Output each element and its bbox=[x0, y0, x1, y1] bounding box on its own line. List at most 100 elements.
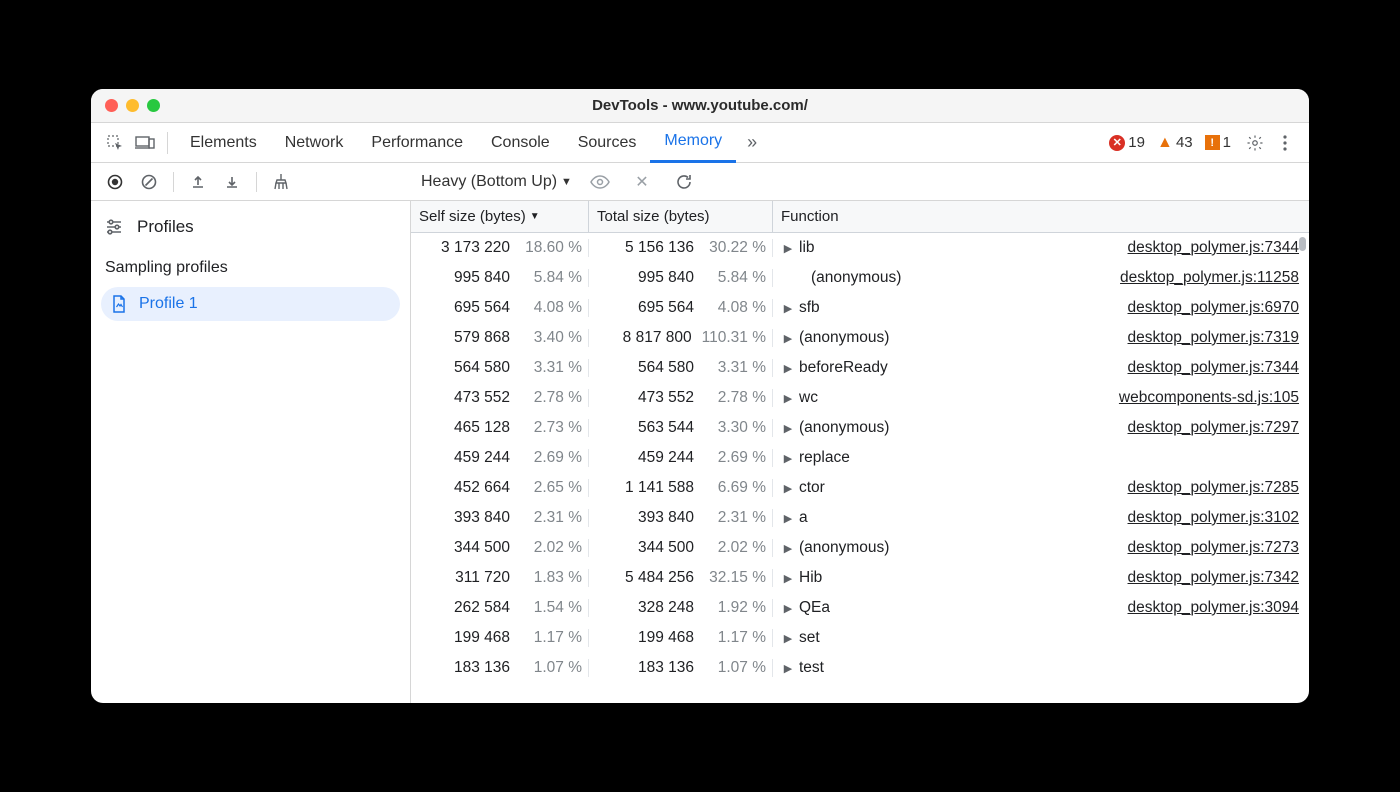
expand-icon[interactable]: ▶ bbox=[783, 512, 793, 525]
table-row[interactable]: 459 2442.69 %459 2442.69 %▶replace bbox=[411, 443, 1309, 473]
eye-icon[interactable] bbox=[586, 168, 614, 196]
expand-icon[interactable]: ▶ bbox=[783, 632, 793, 645]
profile-item[interactable]: Profile 1 bbox=[101, 287, 400, 321]
view-mode-dropdown[interactable]: Heavy (Bottom Up) ▼ bbox=[421, 173, 572, 191]
col-total-size[interactable]: Total size (bytes) bbox=[589, 201, 773, 232]
table-row[interactable]: 344 5002.02 %344 5002.02 %▶(anonymous)de… bbox=[411, 533, 1309, 563]
function-name: (anonymous) bbox=[799, 539, 889, 557]
source-link[interactable]: desktop_polymer.js:6970 bbox=[1128, 299, 1299, 317]
chevron-down-icon: ▼ bbox=[561, 176, 572, 188]
table-row[interactable]: 452 6642.65 %1 141 5886.69 %▶ctordesktop… bbox=[411, 473, 1309, 503]
source-link[interactable]: desktop_polymer.js:7344 bbox=[1128, 359, 1299, 377]
source-link[interactable]: desktop_polymer.js:7297 bbox=[1128, 419, 1299, 437]
table-row[interactable]: 995 8405.84 %995 8405.84 %(anonymous)des… bbox=[411, 263, 1309, 293]
function-name: Hib bbox=[799, 569, 822, 587]
expand-icon[interactable]: ▶ bbox=[783, 302, 793, 315]
expand-icon[interactable]: ▶ bbox=[783, 362, 793, 375]
main-tabbar: ElementsNetworkPerformanceConsoleSources… bbox=[91, 123, 1309, 163]
profile-table: Self size (bytes) ▼ Total size (bytes) F… bbox=[411, 201, 1309, 703]
table-row[interactable]: 262 5841.54 %328 2481.92 %▶QEadesktop_po… bbox=[411, 593, 1309, 623]
expand-icon[interactable]: ▶ bbox=[783, 662, 793, 675]
source-link[interactable]: webcomponents-sd.js:105 bbox=[1119, 389, 1299, 407]
separator bbox=[256, 172, 257, 192]
function-name: (anonymous) bbox=[811, 269, 901, 287]
table-row[interactable]: 579 8683.40 %8 817 800110.31 %▶(anonymou… bbox=[411, 323, 1309, 353]
tab-memory[interactable]: Memory bbox=[650, 123, 736, 163]
close-window-button[interactable] bbox=[105, 99, 118, 112]
tab-sources[interactable]: Sources bbox=[564, 123, 651, 163]
inspect-element-icon[interactable] bbox=[101, 129, 129, 157]
separator bbox=[167, 132, 168, 154]
titlebar: DevTools - www.youtube.com/ bbox=[91, 89, 1309, 123]
table-row[interactable]: 3 173 22018.60 %5 156 13630.22 %▶libdesk… bbox=[411, 233, 1309, 263]
maximize-window-button[interactable] bbox=[147, 99, 160, 112]
function-name: test bbox=[799, 659, 824, 677]
tab-elements[interactable]: Elements bbox=[176, 123, 271, 163]
table-row[interactable]: 465 1282.73 %563 5443.30 %▶(anonymous)de… bbox=[411, 413, 1309, 443]
expand-icon[interactable]: ▶ bbox=[783, 452, 793, 465]
sliders-icon[interactable] bbox=[105, 219, 123, 235]
expand-icon[interactable]: ▶ bbox=[783, 572, 793, 585]
issue-count[interactable]: ! 1 bbox=[1205, 134, 1231, 151]
source-link[interactable]: desktop_polymer.js:7319 bbox=[1128, 329, 1299, 347]
error-icon: ✕ bbox=[1109, 135, 1125, 151]
profiles-header: Profiles bbox=[91, 209, 410, 245]
table-row[interactable]: 564 5803.31 %564 5803.31 %▶beforeReadyde… bbox=[411, 353, 1309, 383]
table-row[interactable]: 311 7201.83 %5 484 25632.15 %▶Hibdesktop… bbox=[411, 563, 1309, 593]
profile-file-icon bbox=[111, 295, 127, 313]
function-name: replace bbox=[799, 449, 850, 467]
table-header: Self size (bytes) ▼ Total size (bytes) F… bbox=[411, 201, 1309, 233]
close-icon[interactable]: ✕ bbox=[628, 168, 656, 196]
devtools-window: DevTools - www.youtube.com/ ElementsNetw… bbox=[91, 89, 1309, 703]
source-link[interactable]: desktop_polymer.js:7342 bbox=[1128, 569, 1299, 587]
expand-icon[interactable]: ▶ bbox=[783, 482, 793, 495]
function-name: QEa bbox=[799, 599, 830, 617]
warning-icon: ▲ bbox=[1157, 135, 1173, 151]
kebab-menu-icon[interactable] bbox=[1271, 129, 1299, 157]
upload-icon[interactable] bbox=[184, 168, 212, 196]
issue-counts: ✕ 19 ▲ 43 ! 1 bbox=[1109, 134, 1239, 151]
source-link[interactable]: desktop_polymer.js:3094 bbox=[1128, 599, 1299, 617]
function-name: lib bbox=[799, 239, 815, 257]
table-row[interactable]: 393 8402.31 %393 8402.31 %▶adesktop_poly… bbox=[411, 503, 1309, 533]
separator bbox=[173, 172, 174, 192]
source-link[interactable]: desktop_polymer.js:3102 bbox=[1128, 509, 1299, 527]
source-link[interactable]: desktop_polymer.js:7285 bbox=[1128, 479, 1299, 497]
tab-performance[interactable]: Performance bbox=[357, 123, 477, 163]
table-row[interactable]: 473 5522.78 %473 5522.78 %▶wcwebcomponen… bbox=[411, 383, 1309, 413]
warning-count[interactable]: ▲ 43 bbox=[1157, 134, 1193, 151]
error-count[interactable]: ✕ 19 bbox=[1109, 134, 1145, 151]
function-name: (anonymous) bbox=[799, 419, 889, 437]
source-link[interactable]: desktop_polymer.js:7273 bbox=[1128, 539, 1299, 557]
expand-icon[interactable]: ▶ bbox=[783, 392, 793, 405]
expand-icon[interactable]: ▶ bbox=[783, 422, 793, 435]
expand-icon[interactable]: ▶ bbox=[783, 332, 793, 345]
traffic-lights bbox=[105, 99, 160, 112]
issue-icon: ! bbox=[1205, 135, 1220, 150]
clear-button[interactable] bbox=[135, 168, 163, 196]
memory-actionbar: Heavy (Bottom Up) ▼ ✕ bbox=[91, 163, 1309, 201]
download-icon[interactable] bbox=[218, 168, 246, 196]
minimize-window-button[interactable] bbox=[126, 99, 139, 112]
expand-icon[interactable]: ▶ bbox=[783, 242, 793, 255]
refresh-icon[interactable] bbox=[670, 168, 698, 196]
function-name: ctor bbox=[799, 479, 825, 497]
scrollbar[interactable] bbox=[1299, 237, 1306, 251]
col-self-size[interactable]: Self size (bytes) ▼ bbox=[411, 201, 589, 232]
table-row[interactable]: 695 5644.08 %695 5644.08 %▶sfbdesktop_po… bbox=[411, 293, 1309, 323]
table-row[interactable]: 183 1361.07 %183 1361.07 %▶test bbox=[411, 653, 1309, 683]
profiles-sidebar: Profiles Sampling profiles Profile 1 bbox=[91, 201, 411, 703]
expand-icon[interactable]: ▶ bbox=[783, 542, 793, 555]
tab-network[interactable]: Network bbox=[271, 123, 358, 163]
broom-icon[interactable] bbox=[267, 168, 295, 196]
source-link[interactable]: desktop_polymer.js:11258 bbox=[1120, 269, 1299, 287]
tab-console[interactable]: Console bbox=[477, 123, 564, 163]
table-row[interactable]: 199 4681.17 %199 4681.17 %▶set bbox=[411, 623, 1309, 653]
source-link[interactable]: desktop_polymer.js:7344 bbox=[1128, 239, 1299, 257]
col-function[interactable]: Function bbox=[773, 201, 1309, 232]
expand-icon[interactable]: ▶ bbox=[783, 602, 793, 615]
settings-icon[interactable] bbox=[1241, 129, 1269, 157]
record-button[interactable] bbox=[101, 168, 129, 196]
device-toolbar-icon[interactable] bbox=[131, 129, 159, 157]
more-tabs-icon[interactable]: » bbox=[738, 129, 766, 157]
